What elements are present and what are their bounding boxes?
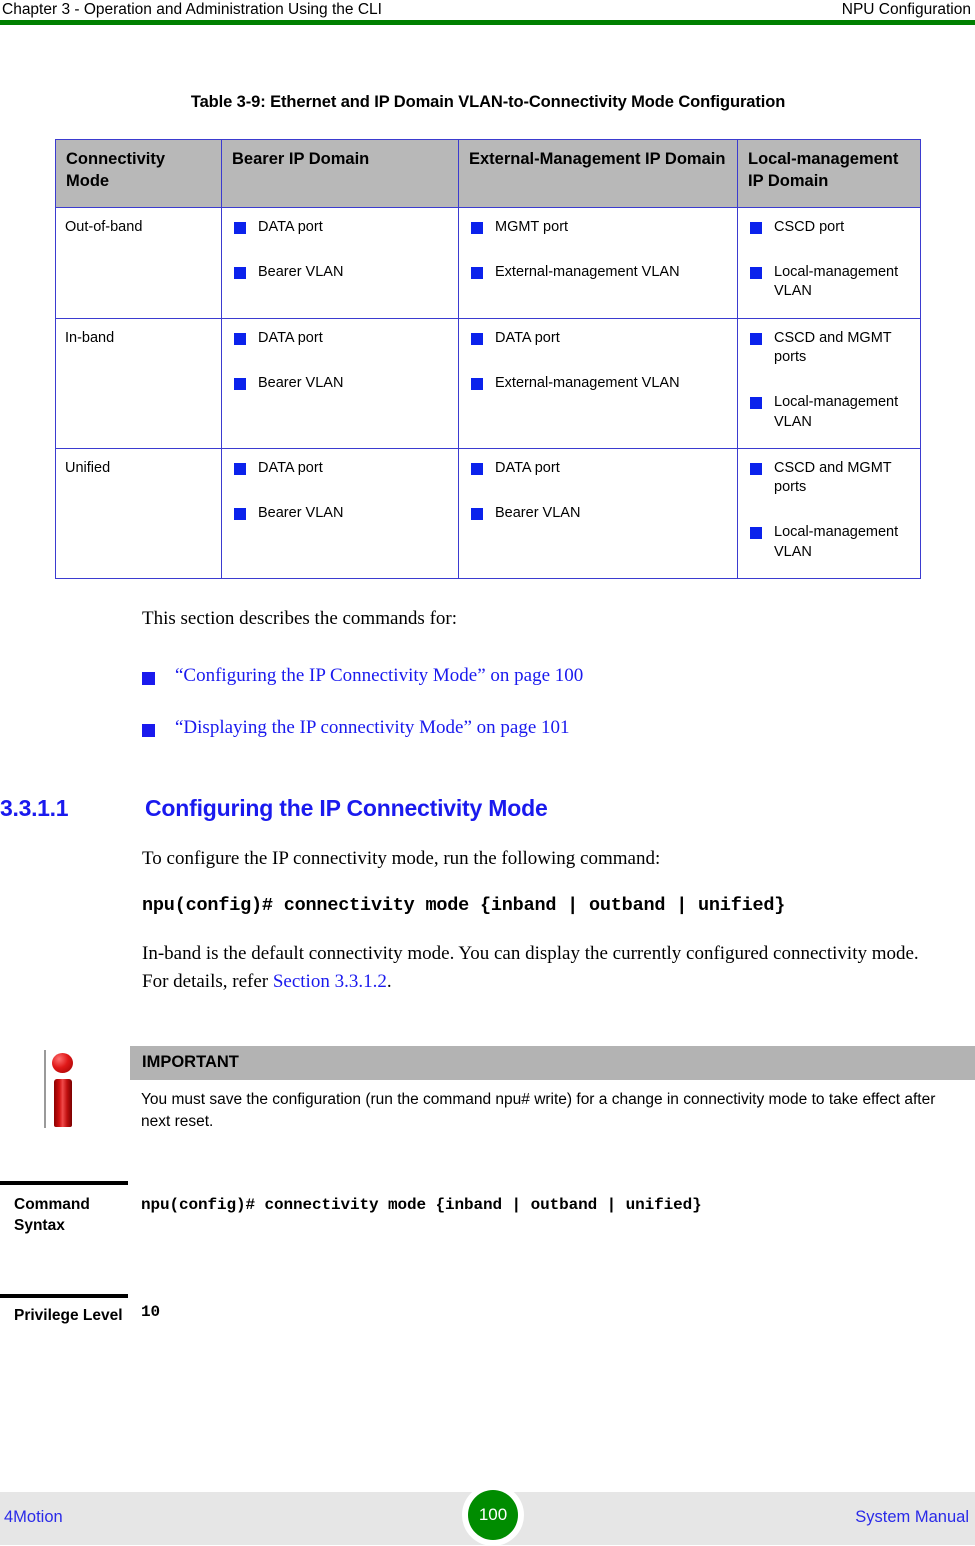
cell-external-management-ip-domain: MGMT port External-management VLAN <box>458 206 738 319</box>
cell-mode: Out-of-band <box>55 206 222 319</box>
list-item: Bearer VLAN <box>232 504 448 523</box>
cell-bearer-ip-domain: DATA port Bearer VLAN <box>221 447 459 579</box>
list-item: External-management VLAN <box>469 374 727 393</box>
list-item: DATA port <box>232 218 448 237</box>
bullet-list: CSCD and MGMT ports Local-management VLA… <box>748 459 910 562</box>
bullet-list: MGMT port External-management VLAN <box>469 218 727 283</box>
cell-mode: In-band <box>55 317 222 449</box>
bullet-list: CSCD and MGMT ports Local-management VLA… <box>748 329 910 432</box>
cell-local-management-ip-domain: CSCD port Local-management VLAN <box>737 206 921 319</box>
cross-reference-list: “Configuring the IP Connectivity Mode” o… <box>142 665 942 769</box>
section-heading: 3.3.1.1 Configuring the IP Connectivity … <box>0 795 940 822</box>
cell-external-management-ip-domain: DATA port Bearer VLAN <box>458 447 738 579</box>
list-item: DATA port <box>232 329 448 348</box>
command-syntax-rule <box>0 1181 128 1185</box>
vlan-connectivity-table: Connectivity Mode Bearer IP Domain Exter… <box>55 139 921 579</box>
command-syntax-value: npu(config)# connectivity mode {inband |… <box>141 1196 702 1214</box>
icon-stem <box>54 1079 72 1127</box>
page-number-badge: 100 <box>462 1484 524 1546</box>
list-item: CSCD port <box>748 218 910 237</box>
table-header-row: Connectivity Mode Bearer IP Domain Exter… <box>55 139 921 208</box>
cell-external-management-ip-domain: DATA port External-management VLAN <box>458 317 738 449</box>
list-item: Local-management VLAN <box>748 393 910 432</box>
bullet-list: DATA port Bearer VLAN <box>232 459 448 524</box>
section-number: 3.3.1.1 <box>0 795 69 821</box>
footer-document-name[interactable]: System Manual <box>855 1508 969 1527</box>
command-syntax-label: Command Syntax <box>14 1196 90 1235</box>
important-label: IMPORTANT <box>142 1053 239 1071</box>
table-caption: Table 3-9: Ethernet and IP Domain VLAN-t… <box>190 93 786 111</box>
cross-reference-link-configuring[interactable]: “Configuring the IP Connectivity Mode” o… <box>142 665 942 687</box>
privilege-level-rule <box>0 1294 128 1298</box>
cell-bearer-ip-domain: DATA port Bearer VLAN <box>221 317 459 449</box>
configure-lead-paragraph: To configure the IP connectivity mode, r… <box>142 848 661 869</box>
table-row: In-band DATA port Bearer VLAN DATA port … <box>55 317 921 449</box>
list-item: CSCD and MGMT ports <box>748 459 910 498</box>
list-item: Bearer VLAN <box>469 504 727 523</box>
information-icon <box>40 1048 78 1128</box>
table-row: Unified DATA port Bearer VLAN DATA port … <box>55 447 921 579</box>
list-item: External-management VLAN <box>469 263 727 282</box>
cell-local-management-ip-domain: CSCD and MGMT ports Local-management VLA… <box>737 447 921 579</box>
cell-mode: Unified <box>55 447 222 579</box>
bullet-list: DATA port Bearer VLAN <box>232 218 448 283</box>
table-row: Out-of-band DATA port Bearer VLAN MGMT p… <box>55 206 921 319</box>
cell-bearer-ip-domain: DATA port Bearer VLAN <box>221 206 459 319</box>
intro-paragraph: This section describes the commands for: <box>142 608 458 629</box>
cross-reference-link-displaying[interactable]: “Displaying the IP connectivity Mode” on… <box>142 717 942 739</box>
column-header-bearer-ip-domain: Bearer IP Domain <box>221 139 459 208</box>
default-mode-paragraph: In-band is the default connectivity mode… <box>142 940 947 995</box>
cell-local-management-ip-domain: CSCD and MGMT ports Local-management VLA… <box>737 317 921 449</box>
list-item: DATA port <box>469 459 727 478</box>
list-item: Local-management VLAN <box>748 523 910 562</box>
section-title: Configuring the IP Connectivity Mode <box>145 795 548 821</box>
default-mode-text-before: In-band is the default connectivity mode… <box>142 943 919 992</box>
header-divider-rule <box>0 20 975 25</box>
list-item: Local-management VLAN <box>748 263 910 302</box>
privilege-level-value: 10 <box>141 1303 161 1321</box>
footer-product-name[interactable]: 4Motion <box>4 1508 63 1527</box>
important-header-band: IMPORTANT <box>130 1046 975 1080</box>
list-item: Bearer VLAN <box>232 263 448 282</box>
bullet-list: DATA port Bearer VLAN <box>469 459 727 524</box>
bullet-list: CSCD port Local-management VLAN <box>748 218 910 302</box>
icon-side-rule <box>44 1050 46 1128</box>
privilege-level-label: Privilege Level <box>14 1307 123 1324</box>
header-section-title: NPU Configuration <box>841 1 971 18</box>
page-number: 100 <box>468 1490 518 1540</box>
section-xref-link[interactable]: Section 3.3.1.2 <box>273 971 387 992</box>
default-mode-text-after: . <box>386 970 392 992</box>
column-header-external-management-ip-domain: External-Management IP Domain <box>458 139 738 208</box>
important-body-text: You must save the configuration (run the… <box>141 1091 936 1130</box>
icon-dot <box>52 1053 73 1073</box>
command-line-sample: npu(config)# connectivity mode {inband |… <box>142 895 786 916</box>
page-header: Chapter 3 - Operation and Administration… <box>0 0 975 20</box>
column-header-connectivity-mode: Connectivity Mode <box>55 139 222 208</box>
list-item: MGMT port <box>469 218 727 237</box>
list-item: DATA port <box>232 459 448 478</box>
list-item: Bearer VLAN <box>232 374 448 393</box>
list-item: CSCD and MGMT ports <box>748 329 910 368</box>
bullet-list: DATA port External-management VLAN <box>469 329 727 394</box>
header-chapter-title: Chapter 3 - Operation and Administration… <box>2 1 382 18</box>
column-header-local-management-ip-domain: Local-management IP Domain <box>737 139 921 208</box>
bullet-list: DATA port Bearer VLAN <box>232 329 448 394</box>
list-item: DATA port <box>469 329 727 348</box>
